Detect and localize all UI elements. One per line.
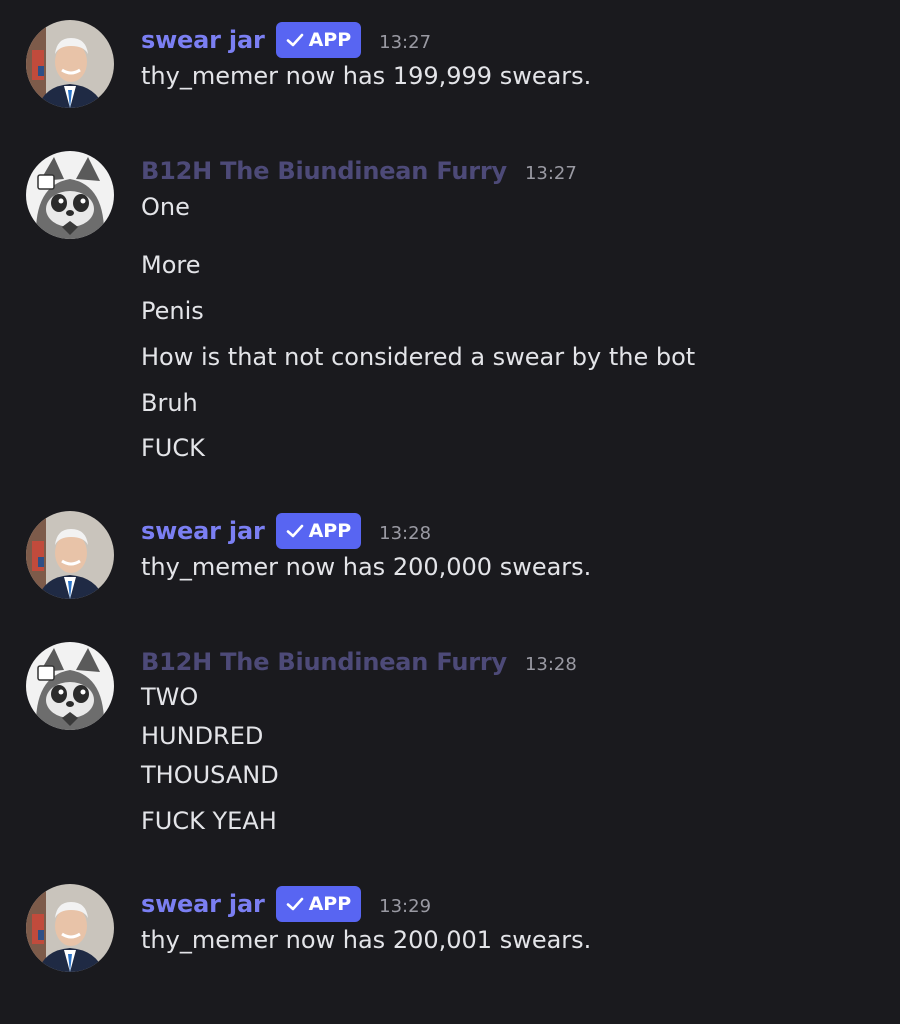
app-badge: APP (275, 886, 362, 922)
message-text: One (141, 193, 190, 221)
message-text: FUCK (141, 434, 205, 462)
timestamp[interactable]: 13:27 (379, 28, 431, 53)
message-text: THOUSAND (141, 761, 279, 789)
author-name[interactable]: swear jar (141, 890, 265, 918)
timestamp[interactable]: 13:27 (525, 159, 577, 184)
message-header: swear jar APP 13:27 (141, 20, 431, 60)
message-header: B12H The Biundinean Furry 13:27 (141, 151, 577, 191)
app-badge-label: APP (308, 893, 352, 915)
app-badge: APP (275, 22, 362, 58)
author-name[interactable]: B12H The Biundinean Furry (141, 157, 507, 185)
message-text: TWO (141, 683, 199, 711)
message-text: More (141, 251, 201, 279)
user-avatar[interactable] (26, 642, 114, 730)
message-text: thy_memer now has 200,001 swears. (141, 926, 592, 954)
message-text: thy_memer now has 199,999 swears. (141, 62, 592, 90)
message-text: Bruh (141, 389, 198, 417)
message-header: B12H The Biundinean Furry 13:28 (141, 642, 577, 682)
message-text: Penis (141, 297, 204, 325)
bot-avatar[interactable] (26, 511, 114, 599)
check-icon (286, 897, 303, 911)
timestamp[interactable]: 13:29 (379, 892, 431, 917)
message-text: thy_memer now has 200,000 swears. (141, 553, 592, 581)
author-name[interactable]: B12H The Biundinean Furry (141, 648, 507, 676)
message-header: swear jar APP 13:29 (141, 884, 431, 924)
message-text: How is that not considered a swear by th… (141, 343, 696, 371)
message-text: HUNDRED (141, 722, 264, 750)
app-badge: APP (275, 513, 362, 549)
author-name[interactable]: swear jar (141, 517, 265, 545)
message-header: swear jar APP 13:28 (141, 511, 431, 551)
app-badge-label: APP (308, 520, 352, 542)
bot-avatar[interactable] (26, 884, 114, 972)
bot-avatar[interactable] (26, 20, 114, 108)
timestamp[interactable]: 13:28 (379, 519, 431, 544)
message-text: FUCK YEAH (141, 807, 277, 835)
user-avatar[interactable] (26, 151, 114, 239)
check-icon (286, 33, 303, 47)
check-icon (286, 524, 303, 538)
timestamp[interactable]: 13:28 (525, 650, 577, 675)
author-name[interactable]: swear jar (141, 26, 265, 54)
app-badge-label: APP (308, 29, 352, 51)
